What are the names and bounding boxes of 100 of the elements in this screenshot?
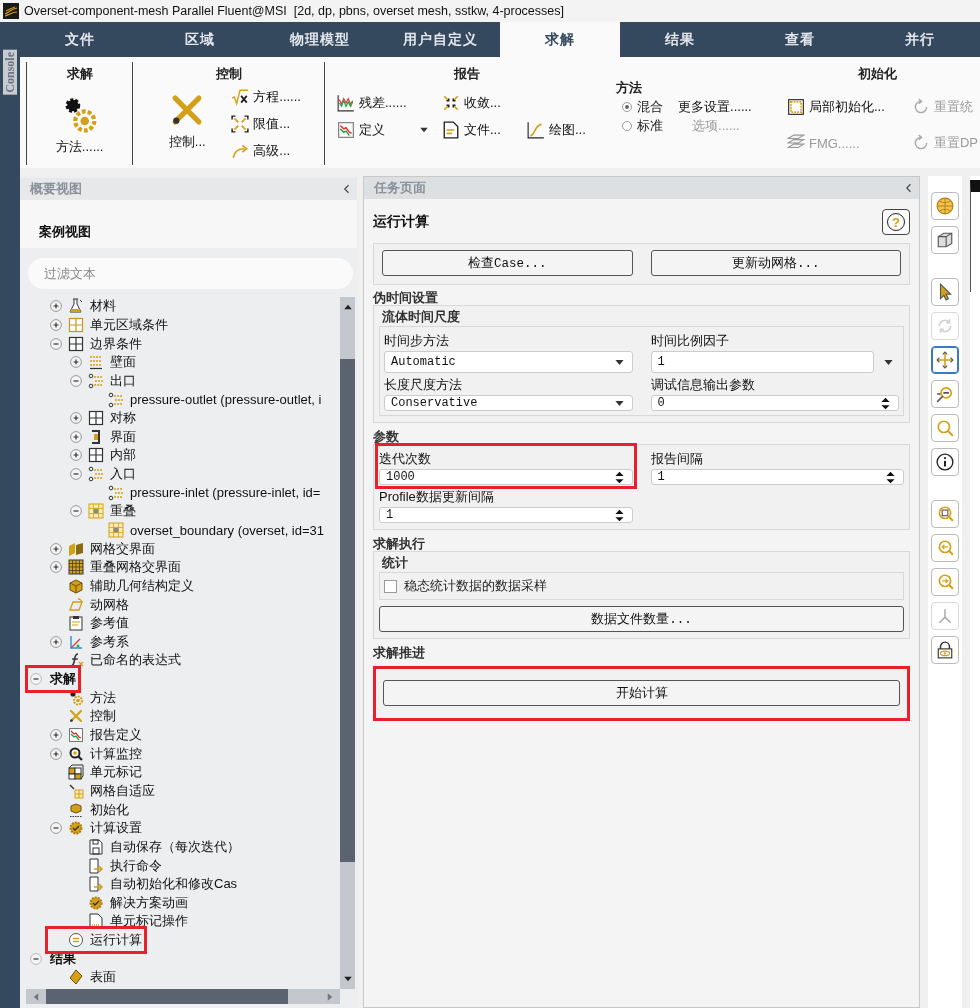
tree-item[interactable]: 辅助几何结构定义: [50, 576, 194, 596]
tree-item[interactable]: 自动初始化和修改Cas: [70, 874, 238, 894]
spinner-field[interactable]: 0: [650, 395, 899, 411]
collapse-toggle[interactable]: [50, 337, 62, 350]
radio-option[interactable]: 混合: [622, 97, 679, 116]
tree-item[interactable]: 重叠网格交界面: [50, 557, 181, 577]
expand-toggle[interactable]: [50, 729, 62, 742]
collapse-toggle[interactable]: [70, 505, 82, 518]
radio-option[interactable]: 标准: [622, 116, 679, 135]
scrollbar-thumb[interactable]: [46, 989, 288, 1004]
toolbar-button[interactable]: [931, 448, 959, 476]
tab[interactable]: 查看: [740, 22, 860, 57]
ribbon-button[interactable]: 定义: [335, 119, 418, 140]
tab[interactable]: 求解: [500, 22, 620, 57]
ribbon-button[interactable]: 更多设置......: [678, 96, 775, 117]
tab[interactable]: 结果: [620, 22, 740, 57]
tree-item[interactable]: 已命名的表达式: [50, 651, 181, 670]
expand-toggle[interactable]: [50, 635, 62, 648]
dropdown[interactable]: Conservative: [384, 395, 633, 411]
ribbon-button[interactable]: 限值...: [229, 113, 324, 134]
tab[interactable]: 区域: [140, 22, 260, 57]
collapse-toggle[interactable]: [30, 952, 42, 965]
tree-item[interactable]: 计算监控: [50, 744, 142, 763]
ribbon-button[interactable]: 局部初始化...: [784, 97, 910, 117]
ribbon-button[interactable]: 文件...: [440, 119, 525, 140]
collapse-toggle[interactable]: [50, 822, 62, 835]
expand-toggle[interactable]: [50, 747, 62, 760]
tree-item[interactable]: overset_boundary (overset, id=31: [90, 520, 325, 540]
tree-item[interactable]: 参考系: [50, 632, 129, 652]
tab[interactable]: 并行: [860, 22, 980, 57]
expand-toggle[interactable]: [70, 449, 82, 462]
action-button[interactable]: 更新动网格...: [650, 250, 901, 276]
tree-item[interactable]: 计算设置: [50, 818, 142, 838]
radio-button[interactable]: [622, 120, 633, 131]
ribbon-button[interactable]: 方法......: [53, 91, 106, 157]
tree-item[interactable]: 解决方案动画: [70, 893, 188, 913]
tree-item[interactable]: 重叠: [70, 502, 136, 521]
collapse-toggle[interactable]: [30, 673, 42, 686]
field-label: 时间步方法: [384, 332, 450, 350]
spinner-field[interactable]: 1000: [379, 469, 633, 485]
expand-toggle[interactable]: [70, 356, 82, 369]
dropdown[interactable]: Automatic: [384, 351, 633, 373]
tree-item[interactable]: 表面: [50, 968, 116, 987]
action-button[interactable]: 开始计算: [383, 680, 900, 706]
filter-field[interactable]: 过滤文本: [28, 258, 353, 289]
tree-item[interactable]: 方法: [50, 688, 116, 708]
expand-toggle[interactable]: [70, 412, 82, 425]
checkbox[interactable]: [384, 579, 397, 593]
radio-button[interactable]: [622, 101, 633, 112]
tree-item[interactable]: 参考值: [50, 613, 129, 633]
tab[interactable]: 物理模型: [260, 22, 380, 57]
expand-toggle[interactable]: [70, 430, 82, 443]
ribbon-button[interactable]: 方程......: [229, 86, 324, 107]
toolbar-button[interactable]: [931, 278, 959, 306]
tree-item[interactable]: 求解: [30, 669, 76, 689]
ribbon-button[interactable]: 绘图...: [525, 119, 609, 140]
tree-item[interactable]: pressure-outlet (pressure-outlet, i: [90, 390, 322, 409]
tree-item[interactable]: pressure-inlet (pressure-inlet, id=: [90, 483, 321, 503]
tree-item[interactable]: 网格自适应: [50, 781, 155, 801]
scrollbar-thumb[interactable]: [340, 359, 355, 862]
ribbon-button[interactable]: 收敛...: [440, 92, 525, 113]
tree-item[interactable]: 执行命令: [70, 856, 162, 875]
tree-item[interactable]: 运行计算: [50, 930, 142, 950]
tree-item[interactable]: 入口: [70, 464, 136, 484]
tree-item[interactable]: 出口: [70, 371, 136, 391]
ribbon-button[interactable]: 高级...: [229, 140, 324, 161]
spinner-field[interactable]: 1: [379, 507, 633, 523]
tree-item[interactable]: 对称: [70, 408, 136, 428]
expand-toggle[interactable]: [50, 561, 62, 574]
page-title: 运行计算: [373, 213, 429, 231]
tree-item[interactable]: 单元区域条件: [50, 315, 168, 335]
tree-item[interactable]: 单元标记: [50, 763, 142, 782]
ribbon-button[interactable]: 控制...: [145, 87, 230, 152]
expand-toggle[interactable]: [50, 542, 62, 555]
ribbon-button[interactable]: 残差......: [335, 92, 440, 113]
tree-item[interactable]: 材料: [50, 297, 116, 316]
toolbar-button[interactable]: [931, 636, 959, 664]
action-button[interactable]: 检查Case...: [382, 250, 633, 276]
tree-item[interactable]: 网格交界面: [50, 539, 155, 558]
tree-item[interactable]: 自动保存（每次迭代）: [70, 837, 240, 857]
tree-item[interactable]: 边界条件: [50, 334, 142, 353]
tree-item[interactable]: 动网格: [50, 595, 129, 614]
spinner-field[interactable]: 1: [650, 469, 904, 485]
tab[interactable]: 用户自定义: [380, 22, 500, 57]
tree-item[interactable]: 单元标记操作: [70, 912, 188, 931]
tab[interactable]: 文件: [20, 22, 140, 57]
axes-icon: [936, 607, 954, 625]
expand-toggle[interactable]: [50, 300, 62, 313]
tree-item[interactable]: 壁面: [70, 352, 136, 372]
tree-item[interactable]: 界面: [70, 427, 136, 447]
input-field[interactable]: 1: [650, 351, 874, 373]
tree-item[interactable]: 初始化: [50, 800, 129, 819]
checkbox-option[interactable]: 稳态统计数据的数据采样: [379, 572, 904, 600]
expand-toggle[interactable]: [50, 318, 62, 331]
tree-item[interactable]: 报告定义: [50, 725, 142, 745]
collapse-toggle[interactable]: [70, 374, 82, 387]
collapse-toggle[interactable]: [70, 468, 82, 481]
action-button[interactable]: 数据文件数量...: [379, 606, 904, 632]
tree-item[interactable]: 内部: [70, 446, 136, 465]
tree-item[interactable]: 控制: [50, 707, 116, 726]
